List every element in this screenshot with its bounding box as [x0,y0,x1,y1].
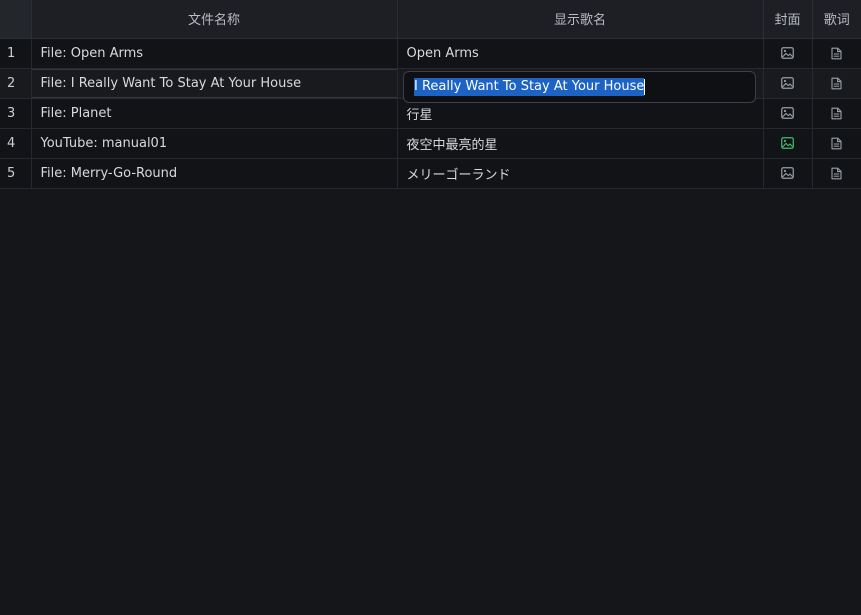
table-row[interactable]: 1 File: Open Arms Open Arms [0,38,861,69]
lyrics-cell[interactable] [812,38,861,69]
lyrics-cell[interactable] [812,98,861,129]
editor-caret [644,79,646,95]
display-name-editor[interactable]: I Really Want To Stay At Your House [403,71,756,103]
lyrics-cell[interactable] [812,158,861,189]
document-icon[interactable] [831,166,842,181]
header-display-name[interactable]: 显示歌名 [397,0,764,39]
row-index: 2 [0,68,32,99]
table-header: 文件名称 显示歌名 封面 歌词 [0,0,861,39]
document-icon[interactable] [831,76,842,91]
editor-selected-text[interactable]: I Really Want To Stay At Your House [414,78,645,96]
display-name-cell[interactable]: Open Arms [397,38,764,69]
cover-cell[interactable] [763,98,813,129]
song-table-app: 文件名称 显示歌名 封面 歌词 1 File: Open Arms Open Arm… [0,0,861,615]
image-icon[interactable] [781,136,794,151]
display-name-cell[interactable]: 夜空中最亮的星 [397,128,764,159]
cover-cell[interactable] [763,158,813,189]
document-icon[interactable] [831,46,842,61]
table-body: 1 File: Open Arms Open Arms 2 File: I Really… [0,38,861,189]
table-row[interactable]: 4 YouTube: manual01 夜空中最亮的星 [0,128,861,159]
row-index: 5 [0,158,32,189]
document-icon[interactable] [831,136,842,151]
header-index [0,0,32,39]
file-name-cell[interactable]: File: Merry-Go-Round [31,158,398,189]
image-icon[interactable] [781,46,794,61]
cover-cell[interactable] [763,68,813,99]
file-name-cell[interactable]: File: I Really Want To Stay At Your Hous… [31,68,398,99]
image-icon[interactable] [781,76,794,91]
image-icon[interactable] [781,106,794,121]
file-name-cell[interactable]: File: Planet [31,98,398,129]
lyrics-cell[interactable] [812,128,861,159]
cover-cell[interactable] [763,128,813,159]
header-row: 文件名称 显示歌名 封面 歌词 [0,0,861,39]
image-icon[interactable] [781,166,794,181]
file-name-cell[interactable]: YouTube: manual01 [31,128,398,159]
table-row[interactable]: 5 File: Merry-Go-Round メリーゴーランド [0,158,861,189]
header-file-name[interactable]: 文件名称 [31,0,398,39]
document-icon[interactable] [831,106,842,121]
file-name-cell[interactable]: File: Open Arms [31,38,398,69]
cover-cell[interactable] [763,38,813,69]
header-cover[interactable]: 封面 [763,0,813,39]
row-index: 3 [0,98,32,129]
row-index: 1 [0,38,32,69]
row-index: 4 [0,128,32,159]
lyrics-cell[interactable] [812,68,861,99]
header-lyrics[interactable]: 歌词 [812,0,861,39]
display-name-cell[interactable]: メリーゴーランド [397,158,764,189]
